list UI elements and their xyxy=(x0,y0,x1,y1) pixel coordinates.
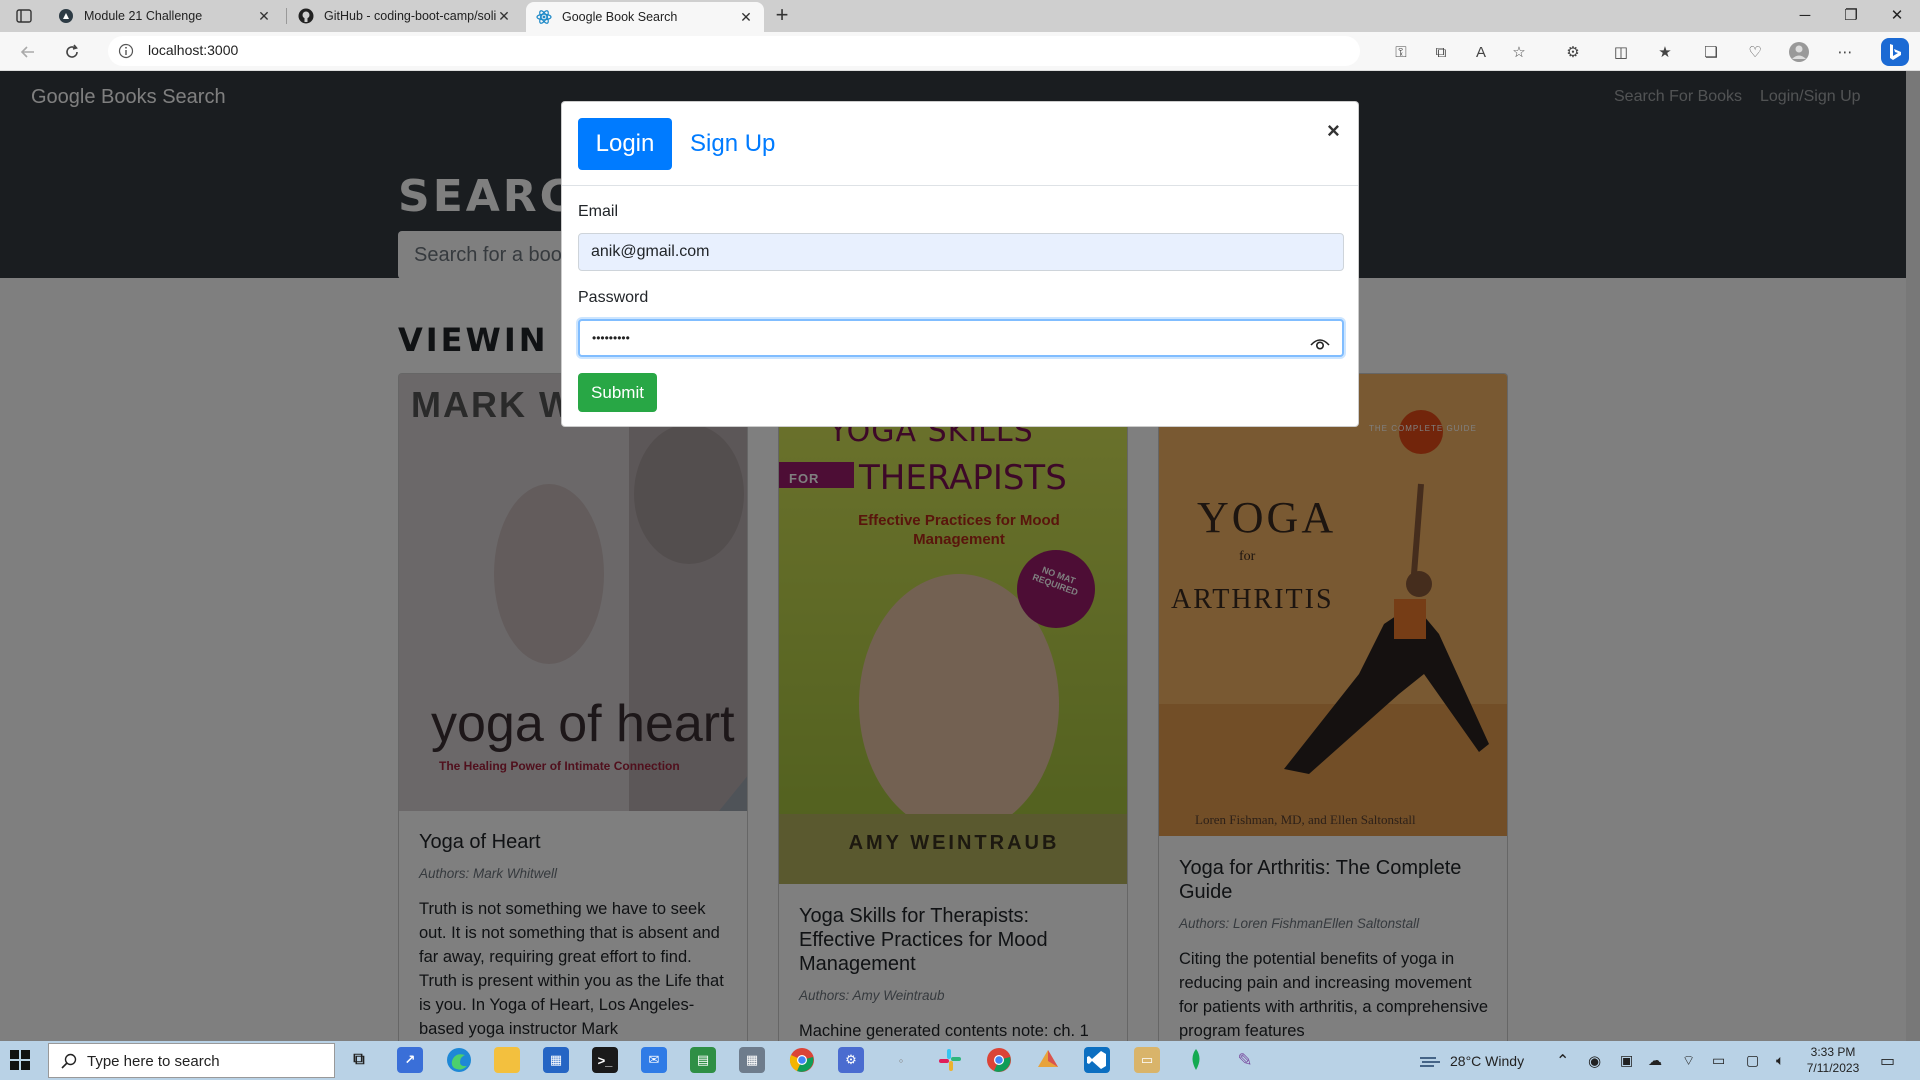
record-icon[interactable]: ◉ xyxy=(1588,1041,1601,1080)
file-explorer-icon[interactable] xyxy=(494,1047,520,1073)
browser-tab-module21[interactable]: Module 21 Challenge ✕ xyxy=(48,0,282,32)
tab-actions-icon[interactable] xyxy=(12,6,36,26)
refresh-icon[interactable] xyxy=(60,40,84,64)
notifications-icon[interactable]: ▭ xyxy=(1880,1041,1895,1080)
extensions-icon[interactable]: ⚙ xyxy=(1562,41,1584,63)
onedrive-icon[interactable]: ☁ xyxy=(1648,1041,1662,1080)
remote-desktop-icon[interactable]: ⚙ xyxy=(838,1047,864,1073)
browser-tab-google-book-search[interactable]: Google Book Search ✕ xyxy=(526,2,764,32)
microsoft-store-icon[interactable]: ▦ xyxy=(543,1047,569,1073)
clock-time: 3:33 PM xyxy=(1810,1045,1856,1059)
close-icon[interactable]: ✕ xyxy=(256,8,272,25)
slack-icon[interactable] xyxy=(937,1047,963,1073)
windows-taskbar: Type here to search ⧉ ↗ ▦ >_ ✉ ▤ ▦ ⚙ ◦ ▭… xyxy=(0,1041,1920,1080)
mail-icon[interactable]: ✉ xyxy=(641,1047,667,1073)
browser-essentials-icon[interactable]: ♡ xyxy=(1744,41,1766,63)
battery-icon[interactable]: ▭ xyxy=(1712,1041,1725,1080)
spreadsheet-icon[interactable]: ▤ xyxy=(690,1047,716,1073)
window-close-icon[interactable]: ✕ xyxy=(1874,0,1920,32)
pinned-app-icon[interactable]: ◦ xyxy=(888,1047,914,1073)
weather-icon[interactable] xyxy=(1418,1041,1444,1080)
gitkraken-icon[interactable] xyxy=(1035,1047,1061,1073)
url-field[interactable]: localhost:3000 xyxy=(108,36,1360,66)
login-modal: Login Sign Up × Email anik@gmail.com Pas… xyxy=(561,101,1359,427)
mongodb-compass-icon[interactable] xyxy=(1183,1047,1209,1073)
wifi-icon[interactable]: ⌔ xyxy=(1682,1041,1695,1080)
bing-icon[interactable] xyxy=(1880,37,1910,67)
favorites-icon[interactable]: ★ xyxy=(1654,41,1676,63)
modal-close-icon[interactable]: × xyxy=(1327,118,1340,144)
email-label: Email xyxy=(578,203,619,220)
password-value: ••••••••• xyxy=(592,331,630,345)
submit-button[interactable]: Submit xyxy=(578,373,657,412)
close-icon[interactable]: ✕ xyxy=(738,9,754,26)
chrome-icon[interactable] xyxy=(789,1047,815,1073)
task-view-icon[interactable]: ⧉ xyxy=(346,1047,372,1073)
search-icon xyxy=(61,1053,77,1074)
tab-separator xyxy=(286,8,287,24)
key-icon[interactable]: ⚿ xyxy=(1390,41,1412,63)
vscode-icon[interactable] xyxy=(1084,1047,1110,1073)
modal-header: Login Sign Up × xyxy=(562,102,1358,186)
address-bar: localhost:3000 ⚿ ⧉ A ☆ ⚙ ◫ ★ ❏ ♡ ⋯ xyxy=(0,32,1920,71)
clock-date: 7/11/2023 xyxy=(1806,1061,1860,1075)
favorite-star-icon[interactable]: ☆ xyxy=(1508,41,1530,63)
tab-login[interactable]: Login xyxy=(578,118,672,170)
info-icon[interactable] xyxy=(118,43,134,64)
tab-title: Module 21 Challenge xyxy=(84,9,203,23)
email-field[interactable]: anik@gmail.com xyxy=(578,233,1344,271)
show-hidden-icons-chevron-icon[interactable]: ⌃ xyxy=(1556,1041,1569,1080)
edge-browser-icon[interactable] xyxy=(446,1047,472,1073)
minimize-icon[interactable]: ─ xyxy=(1782,0,1828,32)
browser-tab-strip: Module 21 Challenge ✕ GitHub - coding-bo… xyxy=(0,0,1920,32)
app-launcher-icon[interactable]: ↗ xyxy=(397,1047,423,1073)
close-icon[interactable]: ✕ xyxy=(496,8,512,25)
password-label: Password xyxy=(578,289,649,306)
collections-icon[interactable]: ❏ xyxy=(1700,41,1722,63)
weather-text[interactable]: 28°C Windy xyxy=(1450,1041,1524,1080)
read-aloud-icon[interactable]: A xyxy=(1470,41,1492,63)
canvas-icon xyxy=(58,8,74,24)
tab-signup[interactable]: Sign Up xyxy=(678,118,787,170)
back-icon[interactable] xyxy=(16,40,40,64)
taskbar-search-placeholder: Type here to search xyxy=(87,1053,220,1070)
display-icon[interactable]: ▢ xyxy=(1746,1041,1759,1080)
url-text: localhost:3000 xyxy=(148,42,239,58)
tab-title: GitHub - coding-boot-camp/soli xyxy=(324,9,496,23)
meet-now-icon[interactable]: ▣ xyxy=(1620,1041,1633,1080)
new-tab-button[interactable]: + xyxy=(770,4,794,28)
paint-icon[interactable]: ✎ xyxy=(1232,1047,1258,1073)
windows-start-icon[interactable] xyxy=(10,1050,30,1075)
react-icon xyxy=(536,9,552,25)
tab-title: Google Book Search xyxy=(562,10,678,24)
browser-tab-github[interactable]: GitHub - coding-boot-camp/soli ✕ xyxy=(288,0,522,32)
folder-app-icon[interactable]: ▭ xyxy=(1134,1047,1160,1073)
profile-avatar-icon[interactable] xyxy=(1788,41,1810,63)
open-app-icon[interactable]: ⧉ xyxy=(1430,41,1452,63)
taskbar-clock[interactable]: 3:33 PM 7/11/2023 xyxy=(1800,1044,1866,1076)
password-field[interactable]: ••••••••• xyxy=(578,319,1344,357)
taskbar-search-input[interactable]: Type here to search xyxy=(48,1043,335,1078)
restore-icon[interactable]: ❐ xyxy=(1828,0,1874,32)
chrome-profile-icon[interactable] xyxy=(986,1047,1012,1073)
split-screen-icon[interactable]: ◫ xyxy=(1610,41,1632,63)
terminal-icon[interactable]: >_ xyxy=(592,1047,618,1073)
calculator-icon[interactable]: ▦ xyxy=(739,1047,765,1073)
reveal-password-eye-icon[interactable] xyxy=(1310,330,1330,366)
github-icon xyxy=(298,8,314,24)
more-menu-icon[interactable]: ⋯ xyxy=(1834,41,1856,63)
volume-icon[interactable]: 🔈︎ xyxy=(1776,1041,1784,1080)
